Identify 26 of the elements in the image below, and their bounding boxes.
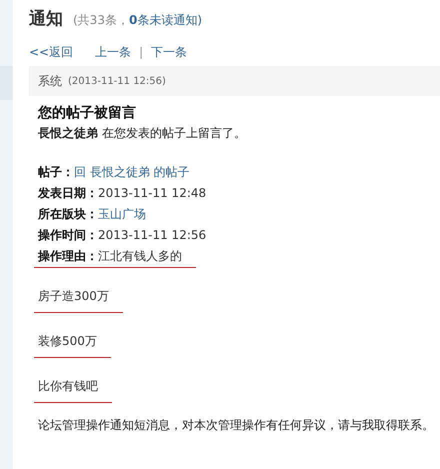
message-line: 装修500万 [34,331,111,358]
unread-text: 条未读通知) [137,12,202,29]
message-line: 比你有钱吧 [34,376,112,403]
next-link[interactable]: 下一条 [151,44,188,60]
unread-count: 0 [128,13,138,27]
page-title: 通知 [29,8,63,30]
message-summary: 長恨之徒弟 在您发表的帖子上留言了。 [38,125,247,142]
previous-link[interactable]: 上一条 [95,44,132,60]
nav-separator: | [139,45,144,59]
message-footer: 论坛管理操作通知短消息，对本次管理操作有任何异议，请与我取得联系。 [38,417,440,434]
sender-name: 系统 [38,72,62,90]
field-value: 2013-11-11 12:48 [98,185,206,202]
field-value: 2013-11-11 12:56 [98,227,206,244]
message-time: (2013-11-11 12:56) [68,76,166,86]
field-value: 江北有钱人多的 [98,248,182,265]
field-link[interactable]: 回 長恨之徒弟 的帖子 [74,162,190,183]
message-subject: 您的帖子被留言 [38,104,137,122]
field-label: 帖子： [38,164,74,181]
field-label: 操作时间： [38,227,98,244]
field-label: 操作理由： [38,248,98,265]
field-link[interactable]: 玉山广场 [98,204,146,225]
field-label: 所在版块： [38,206,98,223]
message-line: 房子造300万 [34,286,123,313]
back-link[interactable]: <<返回 [29,44,74,60]
field-label: 发表日期： [38,185,98,202]
count-text: (共33条， [73,12,129,29]
